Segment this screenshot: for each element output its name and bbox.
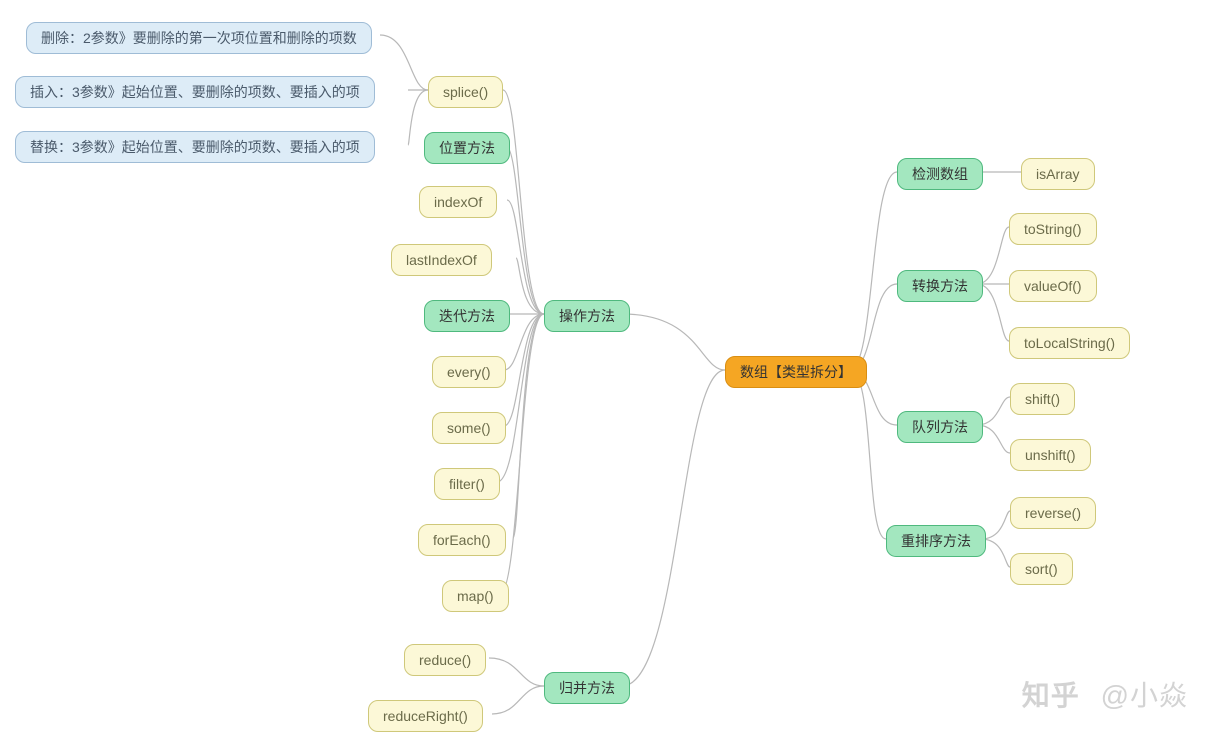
branch-queue[interactable]: 队列方法 (897, 411, 983, 443)
branch-detect[interactable]: 检测数组 (897, 158, 983, 190)
leaf-tolocalstring[interactable]: toLocalString() (1009, 327, 1130, 359)
leaf-unshift[interactable]: unshift() (1010, 439, 1091, 471)
leaf-every[interactable]: every() (432, 356, 506, 388)
branch-convert[interactable]: 转换方法 (897, 270, 983, 302)
leaf-indexof[interactable]: indexOf (419, 186, 497, 218)
leaf-reduceright[interactable]: reduceRight() (368, 700, 483, 732)
leaf-filter[interactable]: filter() (434, 468, 500, 500)
watermark-author: @小焱 (1101, 680, 1188, 711)
leaf-lastindexof[interactable]: lastIndexOf (391, 244, 492, 276)
branch-operate[interactable]: 操作方法 (544, 300, 630, 332)
leaf-some[interactable]: some() (432, 412, 506, 444)
watermark: 知乎 @小焱 (1022, 674, 1188, 714)
leaf-foreach[interactable]: forEach() (418, 524, 506, 556)
leaf-isarray[interactable]: isArray (1021, 158, 1095, 190)
leaf-tostring[interactable]: toString() (1009, 213, 1097, 245)
leaf-map[interactable]: map() (442, 580, 509, 612)
leaf-splice[interactable]: splice() (428, 76, 503, 108)
leaf-reduce[interactable]: reduce() (404, 644, 486, 676)
leaf-sort[interactable]: sort() (1010, 553, 1073, 585)
branch-iterate[interactable]: 迭代方法 (424, 300, 510, 332)
branch-merge[interactable]: 归并方法 (544, 672, 630, 704)
root-node[interactable]: 数组【类型拆分】 (725, 356, 867, 388)
note-splice-insert: 插入：3参数》起始位置、要删除的项数、要插入的项 (15, 76, 375, 108)
mindmap-edges (0, 0, 1218, 742)
leaf-shift[interactable]: shift() (1010, 383, 1075, 415)
branch-position[interactable]: 位置方法 (424, 132, 510, 164)
branch-reorder[interactable]: 重排序方法 (886, 525, 986, 557)
watermark-site: 知乎 (1022, 680, 1080, 711)
note-splice-replace: 替换：3参数》起始位置、要删除的项数、要插入的项 (15, 131, 375, 163)
note-splice-delete: 删除：2参数》要删除的第一次项位置和删除的项数 (26, 22, 372, 54)
leaf-valueof[interactable]: valueOf() (1009, 270, 1097, 302)
leaf-reverse[interactable]: reverse() (1010, 497, 1096, 529)
